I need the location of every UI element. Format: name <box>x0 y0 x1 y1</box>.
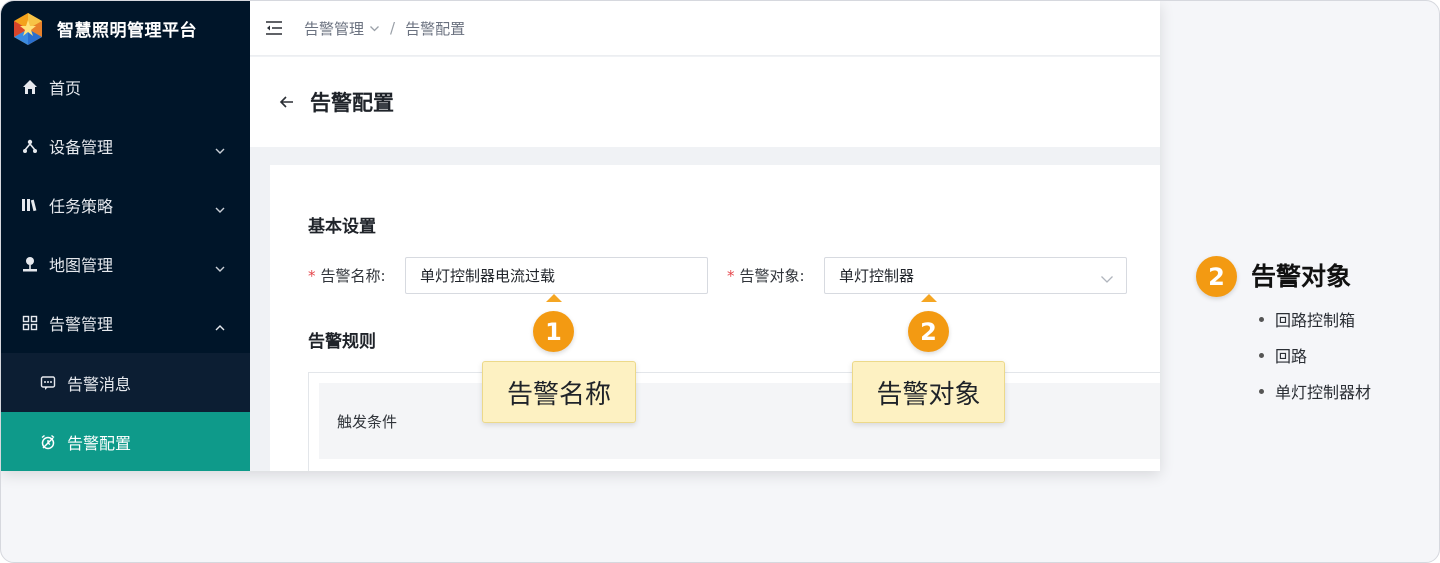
sidebar-item-label: 首页 <box>49 78 82 98</box>
annotation-tag-alarm-target: 告警对象 <box>852 361 1005 423</box>
sidebar-item-home[interactable]: 首页 <box>1 57 250 116</box>
sidebar-subitem-label: 告警消息 <box>67 374 132 394</box>
trigger-condition-label: 触发条件 <box>337 412 398 431</box>
sidebar-subitem-label: 告警配置 <box>67 433 132 453</box>
sidebar-item-alarm-management[interactable]: 告警管理 <box>1 293 250 352</box>
alarm-rules-title: 告警规则 <box>308 332 376 352</box>
alarm-name-input[interactable]: 单灯控制器电流过载 <box>405 257 708 294</box>
alarm-clock-icon <box>39 433 57 451</box>
config-card: 基本设置 * 告警名称: 单灯控制器电流过载 * 告警对象: 单灯控制器 告警规则 … <box>270 165 1160 471</box>
chevron-down-icon <box>369 25 380 32</box>
annotation-tag-alarm-name: 告警名称 <box>482 361 636 423</box>
grid-icon <box>21 314 39 332</box>
page-title: 告警配置 <box>310 91 394 115</box>
back-arrow-icon[interactable] <box>278 93 296 111</box>
sidebar-item-label: 任务策略 <box>49 196 114 216</box>
sidebar: 智慧照明管理平台 首页 设备管理 任务策略 地图管理 告警管理 告警消息 告警配… <box>1 1 250 471</box>
sidebar-item-label: 告警管理 <box>49 314 114 334</box>
home-icon <box>21 78 39 96</box>
legend-title: 告警对象 <box>1251 262 1352 291</box>
app-title: 智慧照明管理平台 <box>57 21 197 41</box>
chevron-up-icon <box>214 317 226 336</box>
chevron-down-icon <box>214 199 226 218</box>
legend-badge: 2 <box>1196 256 1237 297</box>
device-tree-icon <box>21 137 39 155</box>
breadcrumb-parent[interactable]: 告警管理 <box>304 18 364 39</box>
breadcrumb-current: 告警配置 <box>405 19 466 38</box>
map-pin-icon <box>21 255 39 273</box>
sidebar-item-label: 地图管理 <box>49 255 114 275</box>
menu-fold-icon[interactable] <box>264 18 284 38</box>
chevron-down-icon <box>214 140 226 159</box>
screenshot-frame: 智慧照明管理平台 首页 设备管理 任务策略 地图管理 告警管理 告警消息 告警配… <box>0 0 1440 563</box>
message-icon <box>39 374 57 392</box>
breadcrumb: 告警管理 / 告警配置 <box>304 18 465 39</box>
books-icon <box>21 196 39 214</box>
sidebar-subitem-alarm-config[interactable]: 告警配置 <box>1 412 250 471</box>
sidebar-item-task-strategy[interactable]: 任务策略 <box>1 175 250 234</box>
annotation-pointer-2 <box>921 294 937 302</box>
page-header: 告警配置 <box>250 57 1160 147</box>
sidebar-item-device-management[interactable]: 设备管理 <box>1 116 250 175</box>
alarm-target-value: 单灯控制器 <box>839 267 915 285</box>
legend-option: 回路 <box>1259 337 1371 373</box>
basic-settings-title: 基本设置 <box>308 217 376 237</box>
alarm-name-label: * 告警名称: <box>308 267 386 285</box>
annotation-badge-2: 2 <box>908 311 949 352</box>
legend-option: 回路控制箱 <box>1259 301 1371 337</box>
sidebar-subitem-alarm-messages[interactable]: 告警消息 <box>1 353 250 412</box>
legend-option: 单灯控制器材 <box>1259 373 1371 409</box>
breadcrumb-separator: / <box>390 19 396 37</box>
annotation-pointer-1 <box>546 294 562 302</box>
rule-box: 触发条件 <box>308 372 1160 471</box>
sidebar-item-label: 设备管理 <box>49 137 114 157</box>
alarm-target-label: * 告警对象: <box>727 267 805 285</box>
trigger-condition-panel: 触发条件 <box>319 383 1160 459</box>
alarm-target-select[interactable]: 单灯控制器 <box>824 257 1127 294</box>
sidebar-item-map-management[interactable]: 地图管理 <box>1 234 250 293</box>
app-window: 智慧照明管理平台 首页 设备管理 任务策略 地图管理 告警管理 告警消息 告警配… <box>1 1 1160 471</box>
legend-options-list: 回路控制箱 回路 单灯控制器材 <box>1259 301 1371 409</box>
chevron-down-icon <box>214 258 226 277</box>
top-bar: 告警管理 / 告警配置 <box>250 1 1160 56</box>
logo-icon <box>11 12 45 46</box>
chevron-down-icon <box>1100 270 1114 288</box>
annotation-badge-1: 1 <box>533 311 574 352</box>
alarm-name-value: 单灯控制器电流过载 <box>420 267 556 285</box>
app-logo: 智慧照明管理平台 <box>1 1 250 56</box>
